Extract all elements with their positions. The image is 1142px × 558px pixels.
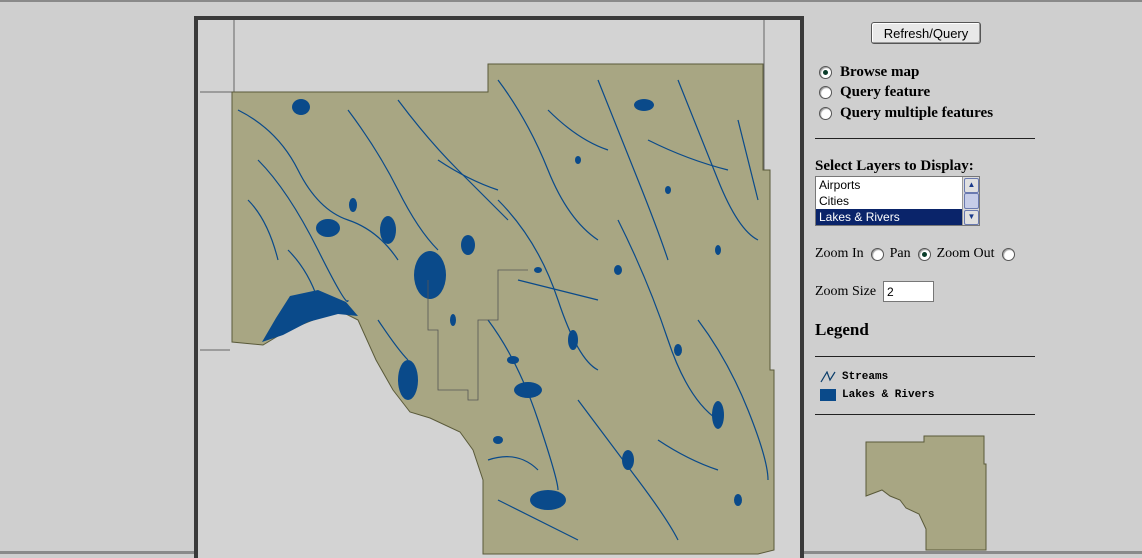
legend-label: Lakes & Rivers	[842, 389, 935, 401]
zoom-size-input[interactable]	[883, 281, 934, 302]
legend-title: Legend	[815, 320, 869, 339]
mode-label: Query feature	[840, 84, 931, 100]
overview-map[interactable]	[864, 434, 988, 552]
overview-county	[865, 435, 987, 551]
pan-label: Pan	[889, 246, 911, 261]
lake-fill-icon	[820, 389, 836, 401]
divider	[815, 414, 1035, 415]
layer-scrollbar[interactable]: ▲ ▼	[962, 177, 979, 225]
mode-query-multiple[interactable]: Query multiple features	[819, 105, 993, 122]
stream-line-icon	[820, 371, 836, 383]
divider	[815, 356, 1035, 357]
map-view[interactable]	[194, 16, 804, 558]
legend-label: Streams	[842, 371, 889, 383]
radio-icon[interactable]	[819, 66, 832, 79]
scroll-thumb[interactable]	[964, 193, 979, 209]
refresh-query-button[interactable]: Refresh/Query	[871, 22, 981, 44]
scroll-down-icon[interactable]: ▼	[964, 210, 979, 225]
zoom-options: Zoom In Pan Zoom Out	[815, 246, 1021, 262]
legend-item-lakes-rivers: Lakes & Rivers	[820, 389, 934, 401]
layer-option-lakes-rivers[interactable]: Lakes & Rivers	[816, 209, 965, 225]
zoom-in-radio[interactable]	[870, 247, 884, 261]
pan-radio[interactable]	[917, 247, 931, 261]
zoom-size-label: Zoom Size	[815, 284, 877, 299]
top-border	[0, 0, 1142, 2]
zoom-in-label: Zoom In	[815, 246, 864, 261]
layer-option-cities[interactable]: Cities	[816, 193, 965, 209]
layer-listbox[interactable]: Airports Cities Lakes & Rivers ▲ ▼	[815, 176, 980, 226]
radio-icon[interactable]	[819, 107, 832, 120]
zoom-out-label: Zoom Out	[936, 246, 995, 261]
divider	[815, 138, 1035, 139]
map-canvas[interactable]	[198, 20, 800, 558]
zoom-out-radio[interactable]	[1001, 247, 1015, 261]
mode-browse-map[interactable]: Browse map	[819, 64, 919, 81]
legend-item-streams: Streams	[820, 371, 888, 383]
mode-label: Browse map	[840, 64, 920, 80]
mode-query-feature[interactable]: Query feature	[819, 84, 930, 101]
scroll-up-icon[interactable]: ▲	[964, 178, 979, 193]
layers-label: Select Layers to Display:	[815, 158, 974, 174]
mode-label: Query multiple features	[840, 105, 994, 121]
radio-icon[interactable]	[819, 86, 832, 99]
layer-option-airports[interactable]: Airports	[816, 177, 965, 193]
